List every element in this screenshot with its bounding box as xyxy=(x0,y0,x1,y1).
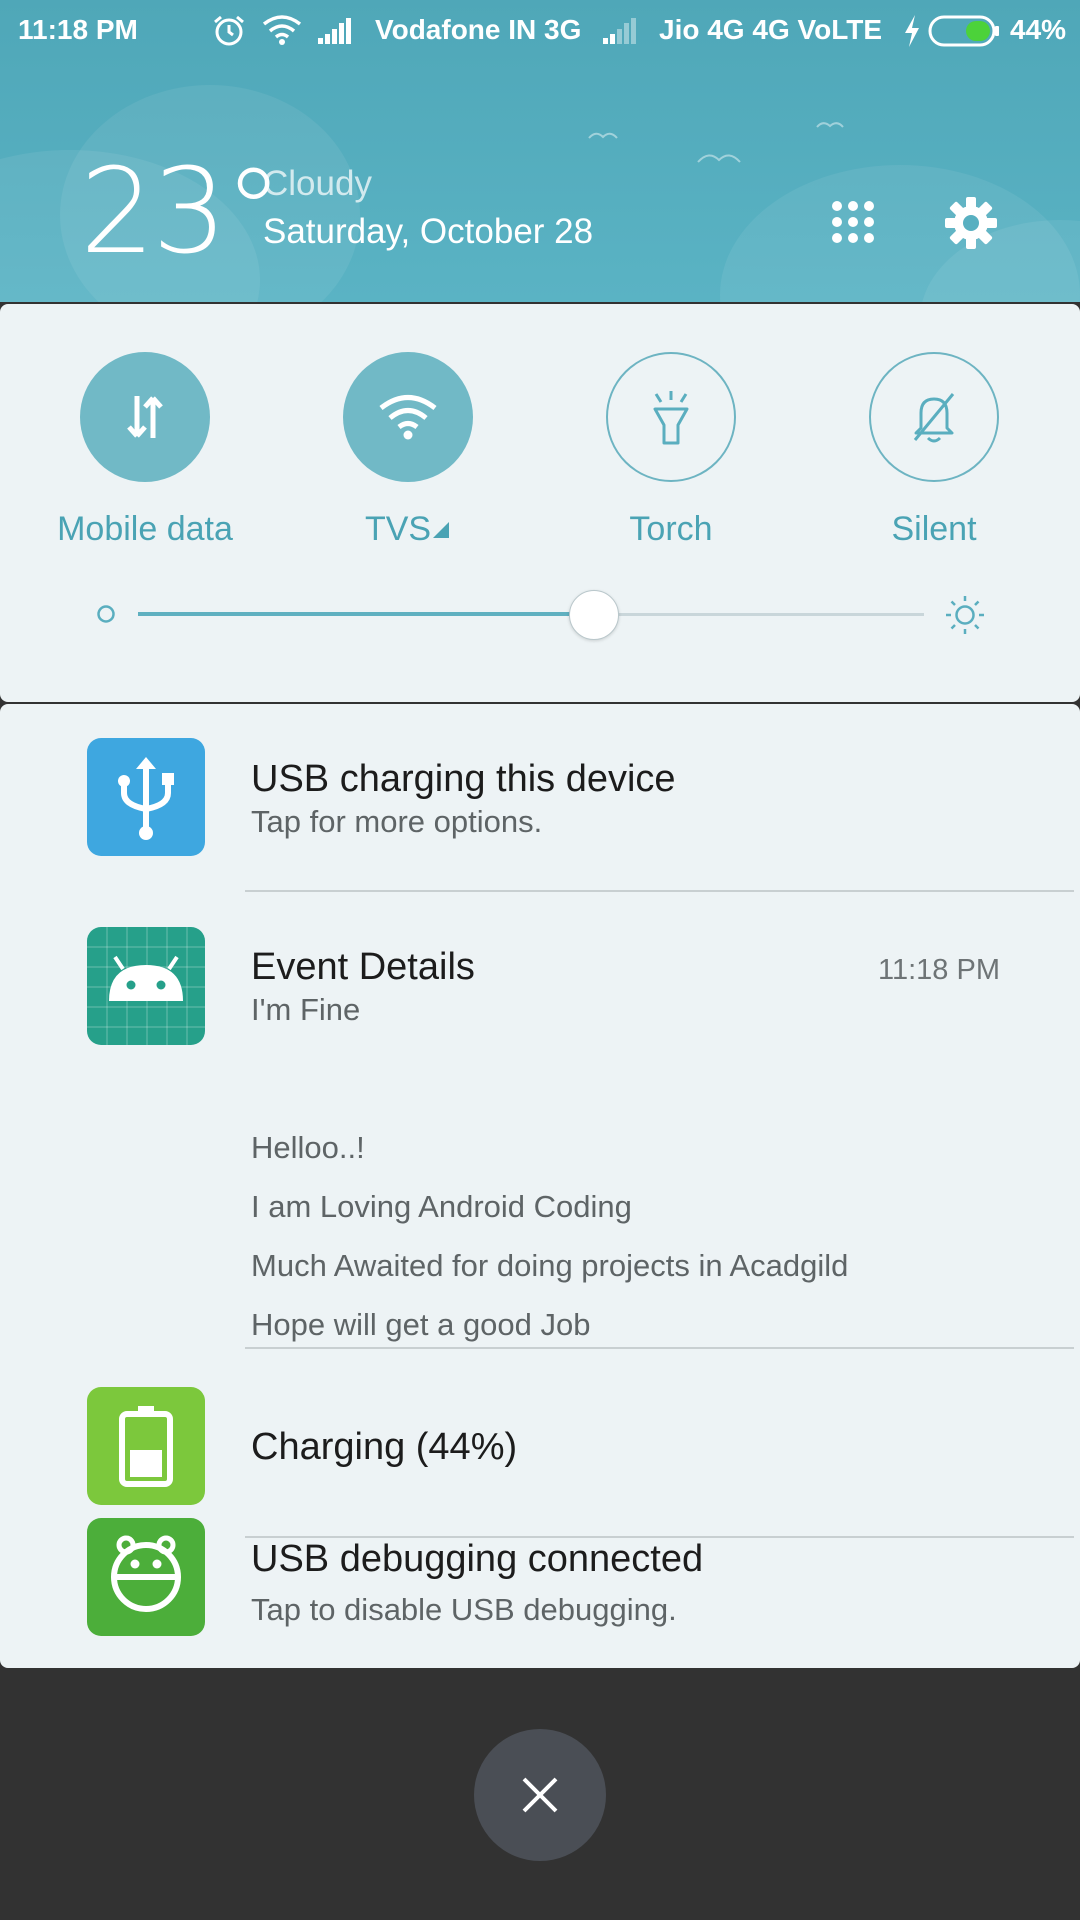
notification-title: Charging (44%) xyxy=(251,1426,518,1468)
slider-fill xyxy=(138,612,594,616)
bird-icon xyxy=(816,122,844,128)
bell-off-icon xyxy=(913,393,955,443)
brightness-slider[interactable] xyxy=(90,584,990,644)
notification-title: Event Details xyxy=(251,946,475,988)
carrier-2: Jio 4G 4G VoLTE xyxy=(659,14,883,45)
data-arrows-icon xyxy=(127,396,163,438)
android-glyph-icon xyxy=(87,927,205,1045)
toggle-mobile-data[interactable]: Mobile data xyxy=(45,352,245,549)
debug-robot-glyph-icon xyxy=(111,1535,181,1612)
clear-all-button[interactable] xyxy=(474,1729,606,1861)
message-line: Much Awaited for doing projects in Acadg… xyxy=(251,1248,849,1283)
notification-time: 11:18 PM xyxy=(878,954,1000,986)
toggle-circle[interactable] xyxy=(869,352,999,482)
torch-icon xyxy=(653,391,689,445)
weather-condition: Cloudy xyxy=(263,164,372,203)
notification-charging[interactable]: Charging (44%) xyxy=(0,1349,1080,1529)
temperature: 23° xyxy=(80,142,283,280)
quick-settings-panel: Mobile data TVS Torch Silent xyxy=(0,304,1080,702)
notification-usb-debugging[interactable]: USB debugging connected Tap to disable U… xyxy=(0,1518,1080,1668)
battery-icon xyxy=(928,15,999,47)
toggle-label: Silent xyxy=(891,510,977,548)
brightness-high-icon xyxy=(946,596,984,634)
wifi-icon xyxy=(379,395,437,440)
charging-bolt-icon xyxy=(905,15,919,47)
toggle-label: TVS xyxy=(308,510,508,549)
android-debug-icon xyxy=(87,1518,205,1636)
notification-subtitle: Tap for more options. xyxy=(251,804,543,839)
battery-glyph-icon xyxy=(119,1406,173,1487)
carrier-1: Vodafone IN 3G xyxy=(375,14,582,45)
toggle-circle[interactable] xyxy=(343,352,473,482)
notification-event-details[interactable]: Event Details 11:18 PM I'm Fine Helloo..… xyxy=(0,892,1080,1350)
status-bar: 11:18 PM Vodafone IN 3G Jio 4G 4G VoLTE … xyxy=(0,0,1080,60)
notification-subtitle: Tap to disable USB debugging. xyxy=(251,1592,677,1627)
wifi-network-name: TVS xyxy=(364,510,432,548)
usb-icon xyxy=(87,738,205,856)
notification-usb-charging[interactable]: USB charging this device Tap for more op… xyxy=(0,704,1080,890)
settings-gear-icon[interactable] xyxy=(944,196,998,250)
message-line: Hope will get a good Job xyxy=(251,1307,591,1342)
notification-title: USB debugging connected xyxy=(251,1538,704,1580)
status-time: 11:18 PM xyxy=(18,14,138,45)
toggle-silent[interactable]: Silent xyxy=(834,352,1034,549)
notification-title: USB charging this device xyxy=(251,758,676,800)
bird-icon xyxy=(697,154,741,163)
android-icon xyxy=(87,927,205,1045)
toggle-label: Torch xyxy=(629,510,713,548)
toggle-wifi[interactable]: TVS xyxy=(308,352,508,549)
message-line: I am Loving Android Coding xyxy=(251,1189,632,1224)
signal-icon xyxy=(318,18,351,44)
toggle-circle[interactable] xyxy=(80,352,210,482)
expand-corner-icon xyxy=(433,522,450,538)
app-grid-icon[interactable] xyxy=(830,199,876,245)
battery-charging-icon xyxy=(87,1387,205,1505)
date: Saturday, October 28 xyxy=(263,212,594,251)
brightness-low-icon xyxy=(97,605,115,623)
notification-subtitle: I'm Fine xyxy=(251,992,361,1027)
close-icon xyxy=(522,1777,558,1813)
signal-weak-icon xyxy=(603,18,636,44)
alarm-icon xyxy=(214,15,244,46)
slider-thumb[interactable] xyxy=(568,590,619,640)
toggle-label: Mobile data xyxy=(57,510,233,548)
toggle-circle[interactable] xyxy=(606,352,736,482)
toggle-torch[interactable]: Torch xyxy=(571,352,771,549)
wifi-icon xyxy=(262,15,302,45)
usb-glyph-icon xyxy=(118,757,174,840)
notification-header: 11:18 PM Vodafone IN 3G Jio 4G 4G VoLTE … xyxy=(0,0,1080,302)
notification-list: USB charging this device Tap for more op… xyxy=(0,704,1080,1668)
battery-percent: 44% xyxy=(1010,14,1067,45)
message-line: Helloo..! xyxy=(251,1130,365,1165)
bird-icon xyxy=(588,132,618,139)
